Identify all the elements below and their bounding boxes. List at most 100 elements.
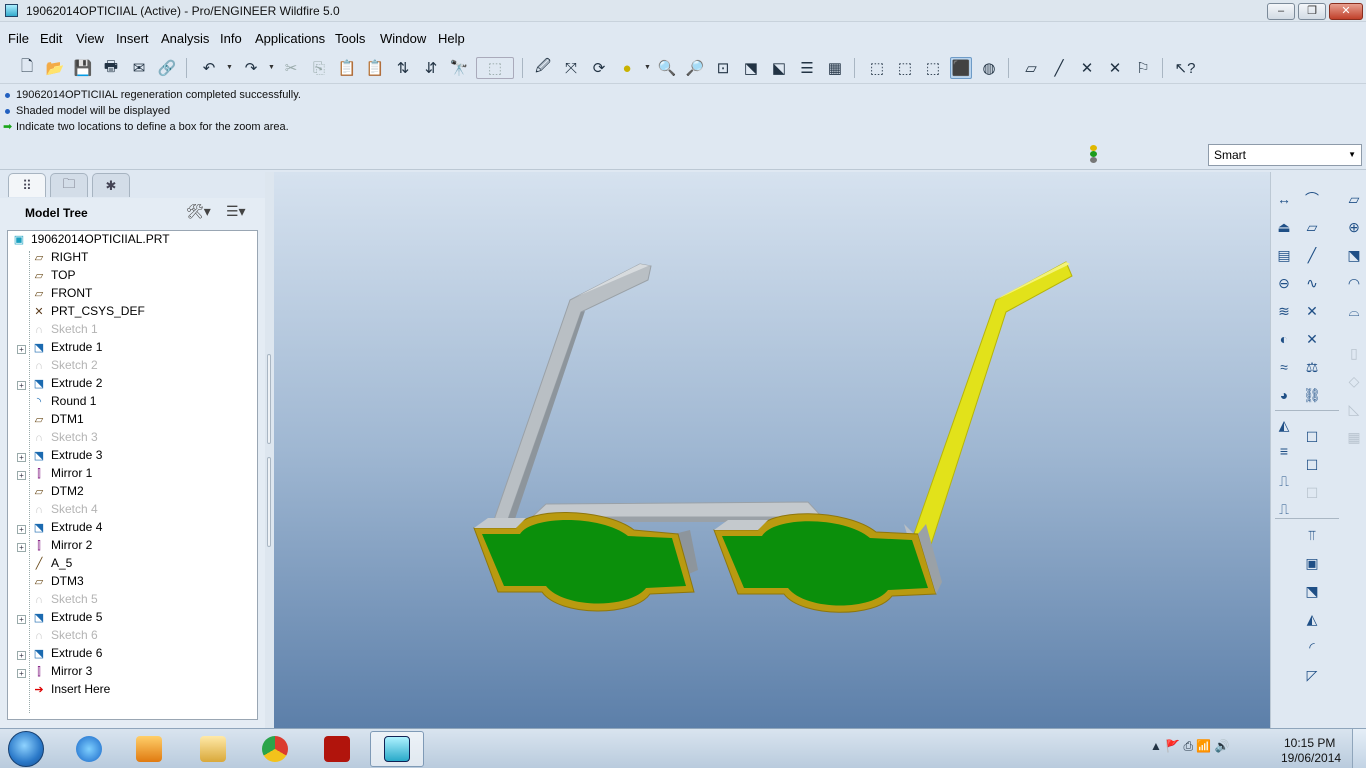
shade-sphere-icon[interactable]: ● [616, 57, 638, 79]
graphics-window[interactable] [274, 172, 1270, 728]
tree-item[interactable]: ∩ Sketch 2 [32, 358, 98, 376]
file-explorer-icon[interactable] [186, 731, 240, 767]
tree-settings-icon[interactable]: 🛠▾ [186, 203, 211, 220]
open-folder-icon[interactable]: 📂 [44, 57, 66, 79]
tree-item[interactable]: ▱ TOP [32, 268, 76, 286]
spin-center-icon[interactable]: ⤧ [560, 57, 582, 79]
acrobat-icon[interactable] [310, 731, 364, 767]
hole-tool-icon[interactable]: ▯ [1343, 342, 1365, 364]
saved-analysis-icon[interactable]: ☐ [1301, 454, 1323, 476]
plane-tool-icon[interactable]: ▱ [1301, 216, 1323, 238]
shade-analysis-icon[interactable]: ≡ [1273, 440, 1295, 462]
zoom-out-icon[interactable]: 🔎 [684, 57, 706, 79]
zoom-in-icon[interactable]: 🔍 [656, 57, 678, 79]
annotation-display-icon[interactable]: ⚐ [1132, 57, 1154, 79]
hide-analysis-icon[interactable]: ☐ [1301, 482, 1323, 504]
draft-icon[interactable]: ◭ [1273, 414, 1295, 436]
tree-expand-icon[interactable]: + [17, 453, 26, 462]
tree-item[interactable]: ⬔ Extrude 5 [32, 610, 103, 628]
clearance-icon[interactable]: ⊖ [1273, 272, 1295, 294]
axis-line-icon[interactable]: ╱ [1301, 244, 1323, 266]
paste-special-icon[interactable]: 📋 [364, 57, 386, 79]
remove-analysis-icon[interactable]: ⎍ [1273, 498, 1295, 520]
tree-item[interactable]: ⬔ Extrude 1 [32, 340, 103, 358]
tree-item[interactable]: ∩ Sketch 1 [32, 322, 98, 340]
tree-item[interactable]: ➔ Insert Here [32, 682, 110, 700]
menu-window[interactable]: Window [380, 31, 426, 46]
menu-view[interactable]: View [76, 31, 104, 46]
clock-time[interactable]: 10:15 PM [1284, 736, 1335, 750]
system-tray[interactable]: ▲ 🚩 ⎙ 📶 🔊 [1150, 739, 1230, 754]
tree-item[interactable]: ⫿ Mirror 1 [32, 466, 92, 484]
measure-icon[interactable]: ⎍ [1273, 470, 1295, 492]
menu-tools[interactable]: Tools [335, 31, 365, 46]
copy-icon[interactable]: ⎘ [308, 57, 330, 79]
datum-plane-tool-icon[interactable]: ▱ [1343, 188, 1365, 210]
tree-item[interactable]: ∩ Sketch 3 [32, 430, 98, 448]
regenerate-icon[interactable]: ⇅ [392, 57, 414, 79]
undo-icon[interactable]: ↶ [198, 57, 220, 79]
save-icon[interactable]: 💾 [72, 57, 94, 79]
show-desktop-button[interactable] [1352, 729, 1366, 768]
plane-display-icon[interactable]: ▱ [1020, 57, 1042, 79]
tree-item[interactable]: ✕ PRT_CSYS_DEF [32, 304, 144, 322]
annotation-tool-icon[interactable]: ☐ [1301, 426, 1323, 448]
tree-item[interactable]: ∩ Sketch 5 [32, 592, 98, 610]
menu-help[interactable]: Help [438, 31, 465, 46]
tree-expand-icon[interactable]: + [17, 525, 26, 534]
tree-root[interactable]: ▣ 19062014OPTICIIAL.PRT [12, 232, 170, 250]
merge-tool-icon[interactable]: ⬔ [1301, 580, 1323, 602]
tree-item[interactable]: ⬔ Extrude 4 [32, 520, 103, 538]
tree-item[interactable]: ∩ Sketch 6 [32, 628, 98, 646]
hidden-line-icon[interactable]: ⬚ [894, 57, 916, 79]
offset-tool-icon[interactable]: ▣ [1301, 552, 1323, 574]
menu-applications[interactable]: Applications [255, 31, 325, 46]
display-style-dropdown-icon[interactable]: ▼ [644, 64, 651, 71]
media-player-icon[interactable] [122, 731, 176, 767]
extrude-tool-icon[interactable]: ⬔ [1343, 244, 1365, 266]
draft-analysis-icon[interactable]: ◐ [1273, 328, 1295, 350]
sketch-curve-icon[interactable]: ∿ [1301, 272, 1323, 294]
tree-item[interactable]: ▱ FRONT [32, 286, 93, 304]
internet-explorer-icon[interactable] [62, 731, 116, 767]
tree-expand-icon[interactable]: + [17, 381, 26, 390]
menu-info[interactable]: Info [220, 31, 242, 46]
csys-tool-icon[interactable]: ✕ [1301, 328, 1323, 350]
pattern-tool-icon[interactable]: ▦ [1343, 426, 1365, 448]
redo-dropdown-icon[interactable]: ▼ [268, 64, 275, 71]
chamfer-tool-icon[interactable]: ◸ [1301, 664, 1323, 686]
tree-item[interactable]: ╱ A_5 [32, 556, 73, 574]
tree-show-icon[interactable]: ☰▾ [226, 203, 246, 220]
tab-model-tree[interactable]: ⠿ [8, 173, 46, 197]
clock-date[interactable]: 19/06/2014 [1281, 751, 1341, 765]
enhanced-realism-icon[interactable]: ◍ [978, 57, 1000, 79]
splitter-handle[interactable] [267, 354, 271, 444]
menu-file[interactable]: File [8, 31, 29, 46]
mirror-tool-icon[interactable]: ⫪ [1301, 524, 1323, 546]
close-button[interactable]: ✕ [1329, 3, 1363, 20]
chain-icon[interactable]: ⛓ [1301, 384, 1323, 406]
tree-expand-icon[interactable]: + [17, 615, 26, 624]
tab-favorites[interactable]: ✱ [92, 173, 130, 197]
chrome-icon[interactable] [248, 731, 302, 767]
tree-item[interactable]: ⬔ Extrude 2 [32, 376, 103, 394]
view-manager-icon[interactable]: ▦ [824, 57, 846, 79]
mass-properties-icon[interactable]: ⏏ [1273, 216, 1295, 238]
tree-item[interactable]: ▱ DTM2 [32, 484, 84, 502]
curve-analysis-icon[interactable]: ⌒ [1301, 188, 1323, 210]
tree-expand-icon[interactable]: + [17, 669, 26, 678]
proe-icon[interactable] [370, 731, 424, 767]
tree-item[interactable]: ⬔ Extrude 6 [32, 646, 103, 664]
repaint-icon[interactable]: 🖉 [532, 57, 554, 79]
tree-item[interactable]: ◝ Round 1 [32, 394, 97, 412]
revolve-tool-icon[interactable]: ◠ [1343, 272, 1365, 294]
find-icon[interactable]: 🔭 [448, 57, 470, 79]
minimize-button[interactable]: – [1267, 3, 1295, 20]
saved-views-icon[interactable]: ⬕ [768, 57, 790, 79]
tree-item[interactable]: ∩ Sketch 4 [32, 502, 98, 520]
menu-insert[interactable]: Insert [116, 31, 149, 46]
tab-folder-browser[interactable]: 🗀 [50, 173, 88, 197]
selection-box-icon[interactable]: ⬚ [476, 57, 514, 79]
rib-tool-icon[interactable]: ◺ [1343, 398, 1365, 420]
new-file-icon[interactable]: 🗋 [16, 57, 38, 79]
